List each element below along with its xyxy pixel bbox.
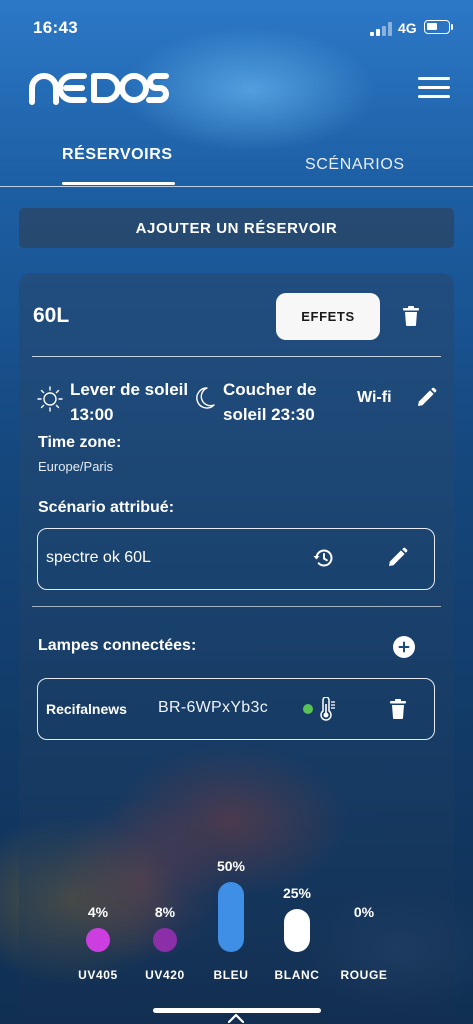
edit-wifi-icon[interactable] <box>415 387 437 409</box>
card-divider <box>32 356 441 357</box>
add-lamp-icon[interactable] <box>393 636 415 658</box>
tabs-divider <box>0 186 473 187</box>
active-tab-indicator <box>62 182 175 185</box>
timezone-value: Europe/Paris <box>38 459 114 474</box>
tab-scenarios[interactable]: SCÉNARIOS <box>305 156 405 174</box>
network-type: 4G <box>398 20 417 36</box>
connected-lamps-label: Lampes connectées: <box>38 637 197 654</box>
effects-button[interactable]: EFFETS <box>276 293 380 340</box>
assigned-scenario-label: Scénario attribué: <box>38 499 175 516</box>
lamp-brand: Recifalnews <box>46 701 127 717</box>
nedos-logo <box>29 73 169 105</box>
status-time: 16:43 <box>33 18 78 37</box>
battery-icon <box>424 20 450 34</box>
delete-reservoir-icon[interactable] <box>402 306 420 326</box>
reservoir-name: 60L <box>33 304 70 327</box>
cellular-signal-icon <box>370 22 392 36</box>
wifi-label: Wi-fi <box>357 389 392 406</box>
battery-cap <box>451 24 453 30</box>
edit-scenario-icon[interactable] <box>386 547 408 569</box>
lamp-status-dot <box>303 704 313 714</box>
assigned-scenario-value: spectre ok 60L <box>46 549 151 566</box>
hamburger-menu-icon[interactable] <box>418 77 450 99</box>
sun-icon <box>37 386 63 412</box>
moon-icon <box>196 387 215 409</box>
sunrise-time: Lever de soleil 13:00 <box>70 380 189 424</box>
card-divider <box>32 606 441 607</box>
sunset-time: Coucher de soleil 23:30 <box>223 380 317 424</box>
restore-history-icon[interactable] <box>312 547 334 569</box>
delete-lamp-icon[interactable] <box>389 699 407 719</box>
timezone-label: Time zone: <box>38 434 122 451</box>
add-reservoir-button[interactable]: AJOUTER UN RÉSERVOIR <box>19 208 454 248</box>
tab-reservoirs[interactable]: RÉSERVOIRS <box>62 146 173 164</box>
chevron-up-icon[interactable] <box>227 1013 245 1023</box>
lamp-id: BR-6WPxYb3c <box>158 699 268 716</box>
thermometer-icon <box>320 697 335 721</box>
